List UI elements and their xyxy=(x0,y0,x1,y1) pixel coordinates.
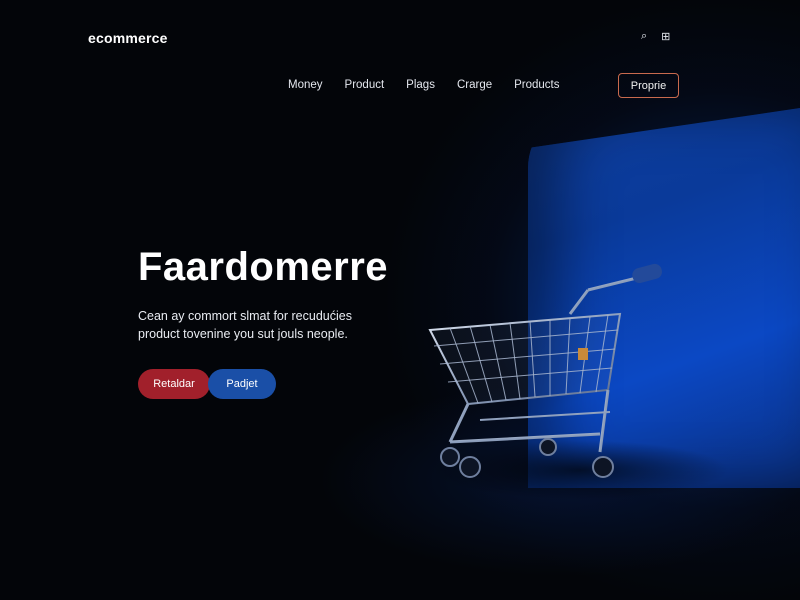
hero-primary-button[interactable]: Retaldar xyxy=(138,369,210,399)
hero-title: Faardomerre xyxy=(138,245,389,289)
nav-item-product[interactable]: Product xyxy=(345,79,385,91)
nav-item-crarge[interactable]: Crarge xyxy=(457,79,492,91)
search-icon[interactable]: ⌕ xyxy=(641,30,647,43)
brand-logo[interactable]: ecommerce xyxy=(88,30,168,46)
hero-secondary-button[interactable]: Padjet xyxy=(208,369,276,399)
utility-icons: ⌕ ⊞ xyxy=(641,30,670,43)
nav-item-money[interactable]: Money xyxy=(288,79,323,91)
main-nav: Money Product Plags Crarge Products xyxy=(288,79,560,91)
hero-description: Cean ay commort slmat for recudućies pro… xyxy=(138,307,398,343)
hero-description-line-1: Cean ay commort slmat for recudućies xyxy=(138,309,352,323)
header-cta-button[interactable]: Proprie xyxy=(618,73,679,98)
site-header: ecommerce ⌕ ⊞ Money Product Plags Crarge… xyxy=(0,0,800,110)
nav-item-plags[interactable]: Plags xyxy=(406,79,435,91)
shopping-cart-illustration xyxy=(428,263,662,478)
hero-description-line-2: product tovenine you sut jouls neople. xyxy=(138,327,348,341)
cart-icon[interactable]: ⊞ xyxy=(661,30,670,43)
nav-item-products[interactable]: Products xyxy=(514,79,559,91)
